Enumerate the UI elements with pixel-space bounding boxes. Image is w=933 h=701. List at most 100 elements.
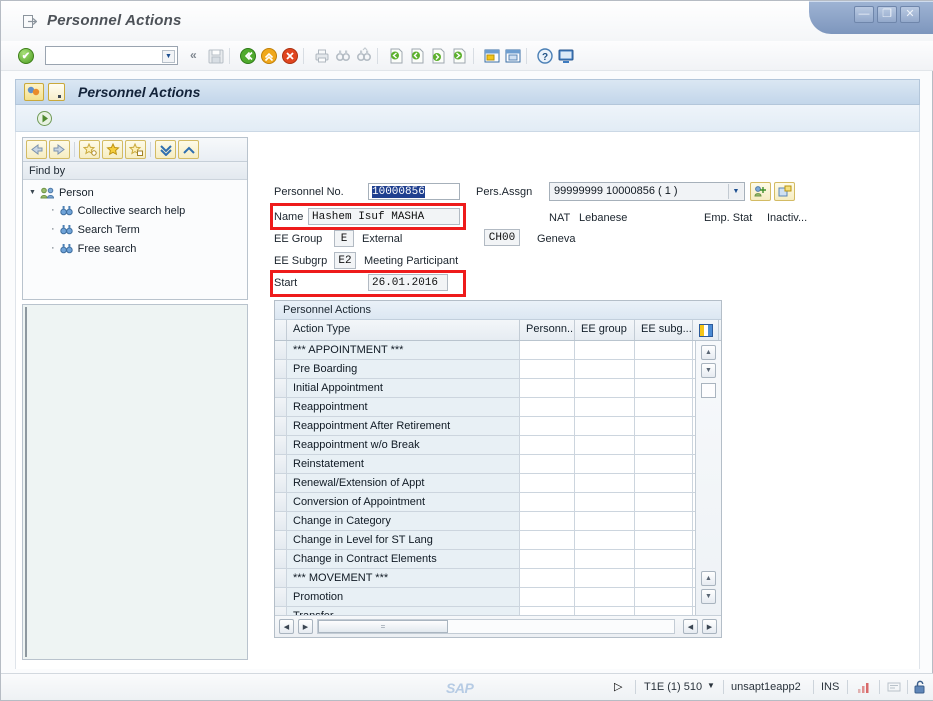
ee-subgroup-cell[interactable] [635, 607, 693, 615]
table-row[interactable]: Change in Contract Elements [275, 550, 721, 569]
ee-subgroup-cell[interactable] [635, 455, 693, 473]
ee-subgroup-cell[interactable] [635, 493, 693, 511]
action-type-cell[interactable]: *** MOVEMENT *** [287, 569, 520, 587]
personnel-cell[interactable] [520, 512, 575, 530]
table-horizontal-scrollbar[interactable]: ◀ ▶ = ◀ ▶ [275, 615, 721, 637]
ee-subgrp-code[interactable]: E2 [334, 252, 356, 269]
scroll-right-button[interactable]: ▶ [298, 619, 313, 634]
tree-node-person[interactable]: ▼ Person [29, 184, 247, 201]
table-row[interactable]: Transfer [275, 607, 721, 615]
ee-subgroup-cell[interactable] [635, 341, 693, 359]
status-insert-mode[interactable]: INS [821, 681, 839, 693]
ee-group-cell[interactable] [575, 607, 635, 615]
personnel-cell[interactable] [520, 607, 575, 615]
personnel-cell[interactable] [520, 531, 575, 549]
personnel-cell[interactable] [520, 417, 575, 435]
org-code[interactable]: CH00 [484, 229, 520, 246]
pers-assgn-combo[interactable]: 99999999 10000856 ( 1 ) ▼ [549, 182, 745, 201]
personnel-cell[interactable] [520, 341, 575, 359]
find-next-icon[interactable] [355, 47, 373, 65]
ee-group-cell[interactable] [575, 436, 635, 454]
row-select-cell[interactable] [275, 512, 287, 530]
save-icon[interactable] [207, 47, 225, 65]
last-page-icon[interactable] [450, 47, 468, 65]
help-icon[interactable]: ? [536, 47, 554, 65]
ee-subgroup-cell[interactable] [635, 379, 693, 397]
table-row[interactable]: Initial Appointment [275, 379, 721, 398]
scroll-page-up-button[interactable]: ▲ [701, 571, 716, 586]
cancel-icon[interactable] [281, 47, 299, 65]
customize-layout-icon[interactable] [557, 47, 575, 65]
ee-subgroup-cell[interactable] [635, 436, 693, 454]
ee-subgroup-cell[interactable] [635, 360, 693, 378]
close-button[interactable]: ✕ [900, 6, 920, 23]
action-type-cell[interactable]: Transfer [287, 607, 520, 615]
table-row[interactable]: Renewal/Extension of Appt [275, 474, 721, 493]
back-button[interactable] [26, 140, 47, 159]
status-system[interactable]: T1E (1) 510 [644, 681, 702, 693]
personnel-cell[interactable] [520, 588, 575, 606]
horizontal-scroll-thumb[interactable]: = [318, 620, 448, 633]
action-type-cell[interactable]: Promotion [287, 588, 520, 606]
table-row[interactable]: Reappointment [275, 398, 721, 417]
ee-group-cell[interactable] [575, 550, 635, 568]
ee-group-cell[interactable] [575, 512, 635, 530]
table-row[interactable]: Promotion [275, 588, 721, 607]
ee-subgroup-cell[interactable] [635, 417, 693, 435]
create-shortcut-icon[interactable] [504, 47, 522, 65]
personnel-cell[interactable] [520, 455, 575, 473]
scroll-left-button[interactable]: ◀ [279, 619, 294, 634]
execute-icon[interactable] [36, 110, 53, 127]
row-select-cell[interactable] [275, 398, 287, 416]
personnel-cell[interactable] [520, 550, 575, 568]
action-type-cell[interactable]: Reinstatement [287, 455, 520, 473]
command-dropdown-icon[interactable]: ▼ [162, 50, 175, 63]
column-header-action-type[interactable]: Action Type [287, 320, 520, 340]
action-type-cell[interactable]: *** APPOINTMENT *** [287, 341, 520, 359]
select-all-column-header[interactable] [275, 320, 287, 340]
action-type-cell[interactable]: Change in Level for ST Lang [287, 531, 520, 549]
chevron-down-icon[interactable]: ▼ [728, 184, 743, 199]
row-select-cell[interactable] [275, 607, 287, 615]
row-select-cell[interactable] [275, 417, 287, 435]
ee-group-cell[interactable] [575, 493, 635, 511]
table-row[interactable]: Reappointment w/o Break [275, 436, 721, 455]
personnel-cell[interactable] [520, 398, 575, 416]
next-page-icon[interactable] [429, 47, 447, 65]
table-row[interactable]: Change in Category [275, 512, 721, 531]
collapse-all-button[interactable] [178, 140, 199, 159]
exit-icon[interactable] [260, 47, 278, 65]
personnel-cell[interactable] [520, 493, 575, 511]
ee-subgroup-cell[interactable] [635, 398, 693, 416]
personnel-no-input[interactable]: 10000856 [368, 183, 460, 200]
previous-page-icon[interactable] [408, 47, 426, 65]
command-collapse-icon[interactable]: « [190, 48, 197, 62]
table-row[interactable]: Reappointment After Retirement [275, 417, 721, 436]
row-select-cell[interactable] [275, 436, 287, 454]
action-type-cell[interactable]: Conversion of Appointment [287, 493, 520, 511]
scroll-thumb[interactable] [701, 383, 716, 398]
pers-assgn-lock-button[interactable] [774, 182, 795, 201]
enter-button[interactable]: ✔ [18, 48, 34, 64]
ee-subgroup-cell[interactable] [635, 569, 693, 587]
table-row[interactable]: Change in Level for ST Lang [275, 531, 721, 550]
ee-group-cell[interactable] [575, 531, 635, 549]
table-row[interactable]: *** MOVEMENT *** [275, 569, 721, 588]
action-type-cell[interactable]: Reappointment w/o Break [287, 436, 520, 454]
row-select-cell[interactable] [275, 588, 287, 606]
ee-group-cell[interactable] [575, 474, 635, 492]
row-select-cell[interactable] [275, 550, 287, 568]
table-row[interactable]: Pre Boarding [275, 360, 721, 379]
table-settings-button[interactable] [693, 320, 719, 340]
name-input[interactable]: Hashem Isuf MASHA [308, 208, 460, 225]
create-session-icon[interactable] [483, 47, 501, 65]
table-row[interactable]: Reinstatement [275, 455, 721, 474]
personnel-cell[interactable] [520, 569, 575, 587]
tree-item-search-term[interactable]: · Search Term [29, 220, 247, 239]
add-favorite-button[interactable] [79, 140, 100, 159]
row-select-cell[interactable] [275, 360, 287, 378]
find-icon[interactable] [334, 47, 352, 65]
column-header-ee-group[interactable]: EE group [575, 320, 635, 340]
ee-group-cell[interactable] [575, 379, 635, 397]
ee-subgroup-cell[interactable] [635, 588, 693, 606]
